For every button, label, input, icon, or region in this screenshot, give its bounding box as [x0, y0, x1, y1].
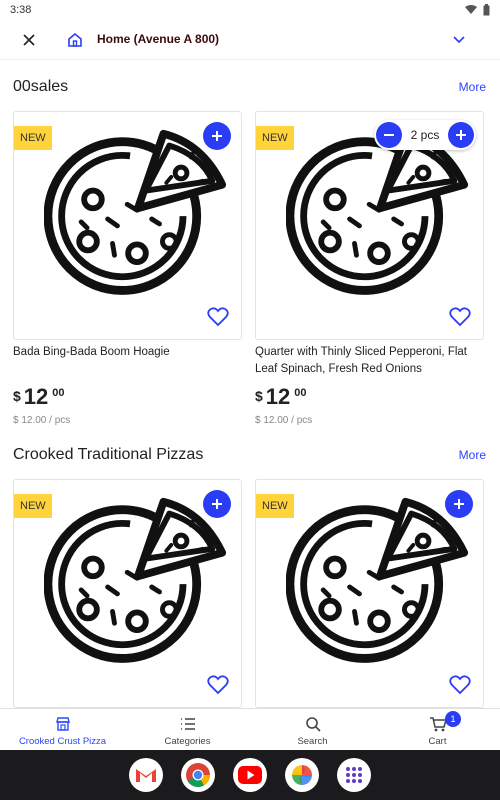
section-more-link-traditional-pizzas[interactable]: More — [459, 448, 486, 462]
nav-label: Categories — [164, 736, 211, 747]
cart-count-badge: 1 — [445, 711, 461, 727]
pizza-image — [44, 494, 230, 680]
product-card[interactable]: NEW — [13, 111, 242, 340]
heart-icon — [449, 307, 471, 327]
address-bar: Home (Avenue A 800) — [0, 20, 500, 60]
product-price: $ 12 00 — [255, 386, 307, 408]
plus-icon — [212, 499, 222, 509]
address-dropdown-button[interactable] — [448, 29, 470, 51]
home-icon — [64, 29, 86, 51]
price-whole: 12 — [265, 384, 291, 409]
quantity-stepper: 2 pcs — [374, 120, 476, 150]
cart-icon — [429, 715, 447, 733]
delivery-address[interactable]: Home (Avenue A 800) — [97, 32, 219, 46]
add-to-cart-button[interactable] — [203, 490, 231, 518]
plus-icon — [454, 499, 464, 509]
gmail-icon[interactable] — [129, 758, 163, 792]
pizza-image — [286, 126, 472, 312]
new-badge: NEW — [256, 126, 294, 150]
store-icon — [54, 715, 72, 733]
bottom-navigation: Crooked Crust Pizza Categories Search 1 … — [0, 708, 500, 750]
pizza-image — [286, 494, 472, 680]
pizza-image — [44, 126, 230, 312]
add-to-cart-button[interactable] — [445, 490, 473, 518]
heart-icon — [449, 675, 471, 695]
chevron-down-icon — [453, 36, 465, 44]
product-card[interactable]: NEW — [13, 479, 242, 708]
chrome-icon[interactable] — [181, 758, 215, 792]
status-icons — [465, 4, 490, 16]
nav-label: Search — [297, 736, 328, 747]
favorite-button[interactable] — [205, 673, 231, 697]
nav-item-categories[interactable]: Categories — [125, 709, 250, 750]
price-cents: 00 — [52, 387, 65, 399]
favorite-button[interactable] — [205, 305, 231, 329]
new-badge: NEW — [256, 494, 294, 518]
favorite-button[interactable] — [447, 673, 473, 697]
product-card[interactable]: NEW 2 pcs — [255, 111, 484, 340]
price-whole: 12 — [23, 384, 49, 409]
nav-item-cart[interactable]: 1 Cart — [375, 709, 500, 750]
new-badge: NEW — [14, 126, 52, 150]
new-badge: NEW — [14, 494, 52, 518]
status-bar: 3:38 — [0, 0, 500, 20]
price-currency: $ — [13, 388, 21, 404]
close-icon — [23, 34, 35, 46]
unit-price: $ 12.00 / pcs — [13, 415, 71, 426]
price-currency: $ — [255, 388, 263, 404]
system-dock — [0, 750, 500, 800]
status-time: 3:38 — [10, 4, 32, 16]
youtube-icon[interactable] — [233, 758, 267, 792]
close-button[interactable] — [18, 29, 40, 51]
minus-icon — [384, 134, 394, 136]
section-title-traditional-pizzas: Crooked Traditional Pizzas — [13, 446, 204, 463]
nav-item-search[interactable]: Search — [250, 709, 375, 750]
product-card[interactable]: NEW — [255, 479, 484, 708]
heart-icon — [207, 675, 229, 695]
battery-icon — [483, 4, 490, 16]
product-name[interactable]: Bada Bing-Bada Boom Hoagie — [13, 344, 245, 361]
search-icon — [304, 715, 322, 733]
quantity-value: 2 pcs — [410, 128, 440, 142]
nav-label: Crooked Crust Pizza — [18, 736, 107, 747]
wifi-icon — [465, 5, 477, 14]
product-price: $ 12 00 — [13, 386, 65, 408]
section-more-link-sales[interactable]: More — [459, 80, 486, 94]
nav-item-store[interactable]: Crooked Crust Pizza — [0, 709, 125, 750]
increase-quantity-button[interactable] — [448, 122, 474, 148]
section-title-sales: 00sales — [13, 78, 69, 95]
app-drawer-icon[interactable] — [337, 758, 371, 792]
photos-icon[interactable] — [285, 758, 319, 792]
list-icon — [179, 715, 197, 733]
add-to-cart-button[interactable] — [203, 122, 231, 150]
plus-icon — [456, 130, 466, 140]
heart-icon — [207, 307, 229, 327]
product-name[interactable]: Quarter with Thinly Sliced Pepperoni, Fl… — [255, 344, 487, 378]
decrease-quantity-button[interactable] — [376, 122, 402, 148]
price-cents: 00 — [294, 387, 307, 399]
nav-label: Cart — [428, 736, 447, 747]
favorite-button[interactable] — [447, 305, 473, 329]
plus-icon — [212, 131, 222, 141]
unit-price: $ 12.00 / pcs — [255, 415, 313, 426]
